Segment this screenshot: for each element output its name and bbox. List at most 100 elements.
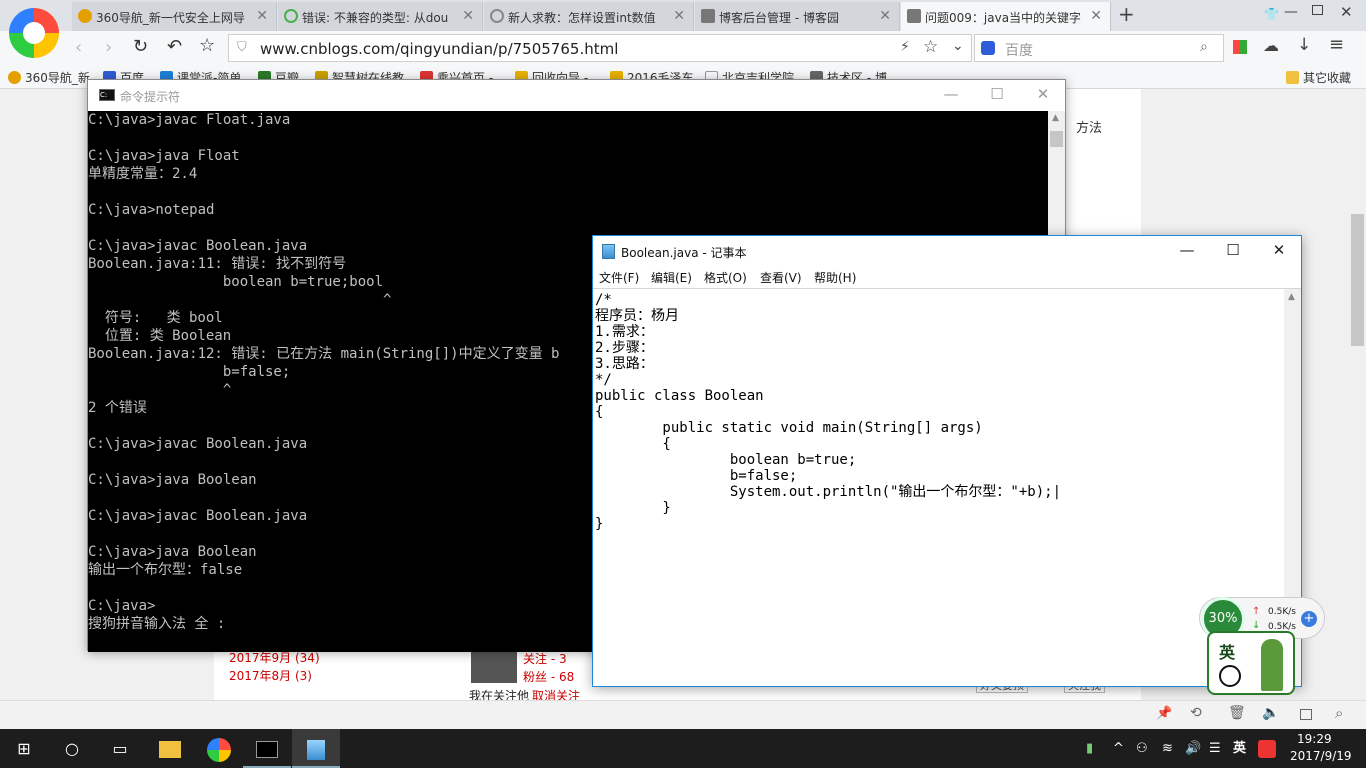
task-view-icon[interactable]: ▭	[96, 729, 144, 768]
trash-icon[interactable]: 🗑	[1228, 705, 1246, 721]
cortana-icon[interactable]: ○	[48, 729, 96, 768]
editor-line: {	[595, 436, 671, 452]
download-icon[interactable]: ↓	[1297, 35, 1311, 55]
tab-favicon-icon	[490, 9, 504, 23]
browser-logo-icon[interactable]	[9, 8, 59, 58]
bookmark-item[interactable]: 360导航_新	[8, 69, 90, 86]
skin-icon[interactable]: 👕	[1264, 7, 1279, 21]
console-line: C:\java>notepad	[88, 202, 215, 218]
restore-button[interactable]	[1312, 5, 1323, 15]
cmd-task-icon[interactable]	[243, 729, 291, 768]
search-input[interactable]: 百度	[1005, 40, 1033, 60]
close-icon[interactable]: ✕	[673, 8, 685, 24]
tab-error-page[interactable]: 错误: 不兼容的类型: 从dou ✕	[278, 2, 483, 31]
ime-indicator[interactable]: 英	[1233, 729, 1246, 768]
tab-360-nav[interactable]: 360导航_新一代安全上网导 ✕	[72, 2, 277, 31]
other-bookmarks[interactable]: 其它收藏	[1286, 69, 1351, 86]
minimize-button[interactable]: —	[1284, 4, 1298, 20]
forward-icon[interactable]: ›	[105, 37, 112, 58]
lightning-icon[interactable]: ⚡	[900, 39, 910, 55]
maximize-button[interactable]: ☐	[1210, 236, 1256, 266]
new-tab-button[interactable]: +	[1118, 2, 1135, 26]
minimize-button[interactable]: —	[1164, 236, 1210, 266]
close-icon[interactable]: ✕	[256, 8, 268, 24]
apps-icon[interactable]	[1233, 40, 1247, 54]
close-button[interactable]: ✕	[1256, 236, 1302, 266]
search-icon[interactable]: ⌕	[1200, 39, 1208, 55]
side-text: 方法	[1076, 121, 1103, 136]
volume-icon[interactable]: 🔊	[1185, 729, 1201, 768]
close-window-button[interactable]: ✕	[1340, 3, 1353, 21]
page-scrollbar[interactable]	[1349, 89, 1366, 700]
fans-count[interactable]: 粉丝 - 68	[523, 668, 574, 685]
security-shield-icon: ⛉	[237, 40, 247, 55]
notepad-titlebar[interactable]: Boolean.java - 记事本 — ☐ ✕	[593, 236, 1301, 267]
scroll-up-icon[interactable]: ▲	[1052, 113, 1059, 123]
back-icon[interactable]: ‹	[75, 37, 82, 58]
folder-icon	[1286, 71, 1299, 84]
cmd-title: 命令提示符	[120, 90, 181, 104]
search-box[interactable]: 百度 ⌕	[974, 34, 1224, 62]
cmd-titlebar[interactable]: C: 命令提示符 — ☐ ✕	[88, 80, 1065, 111]
minimize-button[interactable]: —	[928, 80, 974, 110]
refresh-icon[interactable]: ↻	[133, 36, 148, 57]
address-bar[interactable]: ⛉ www.cnblogs.com/qingyundian/p/7505765.…	[228, 34, 972, 62]
close-icon[interactable]: ✕	[1090, 8, 1102, 24]
battery-icon[interactable]: ▮	[1086, 729, 1093, 768]
people-icon[interactable]: ⚇	[1136, 729, 1148, 768]
ime-skin-widget[interactable]: 英	[1207, 631, 1295, 695]
close-button[interactable]: ✕	[1020, 80, 1066, 110]
file-explorer-icon[interactable]	[146, 729, 194, 768]
clock-time[interactable]: 19:29	[1297, 732, 1332, 746]
menu-view[interactable]: 查看(V)	[760, 269, 802, 286]
chevron-down-icon[interactable]: ⌄	[952, 38, 964, 54]
tab-favicon-icon	[78, 9, 92, 23]
clock-date[interactable]: 2017/9/19	[1290, 749, 1352, 763]
editor-line: 2.步骤：	[595, 340, 654, 356]
window-icon[interactable]	[1300, 709, 1312, 720]
menu-file[interactable]: 文件(F)	[599, 269, 639, 286]
browser-status-bar: 📌 ⟲ 🗑 🔈 ⌕	[0, 700, 1366, 729]
zoom-icon[interactable]: ⌕	[1335, 704, 1343, 722]
notepad-task-icon[interactable]	[292, 729, 340, 768]
maximize-button[interactable]: ☐	[974, 80, 1020, 110]
close-icon[interactable]: ✕	[879, 8, 891, 24]
browser-360-icon[interactable]	[195, 729, 243, 768]
favorite-star-icon[interactable]: ☆	[199, 35, 215, 56]
baidu-icon[interactable]	[981, 41, 995, 55]
notepad-icon	[602, 244, 615, 259]
restore-icon[interactable]: ⟲	[1190, 705, 1202, 721]
tab-int-question[interactable]: 新人求教：怎样设置int数值 ✕	[484, 2, 694, 31]
tab-question-009[interactable]: 问题009：java当中的关键字 ✕	[901, 2, 1111, 31]
volume-icon[interactable]: 🔈	[1262, 705, 1279, 721]
menu-format[interactable]: 格式(O)	[704, 269, 747, 286]
editor-line: */	[595, 372, 612, 388]
notification-icon[interactable]: ☰	[1209, 729, 1221, 768]
windows-start-icon[interactable]: ⊞	[0, 729, 48, 768]
close-icon[interactable]: ✕	[462, 8, 474, 24]
sogou-icon[interactable]	[1258, 729, 1276, 768]
plus-icon[interactable]: +	[1301, 611, 1317, 627]
cloud-icon[interactable]: ☁	[1263, 36, 1279, 55]
bookmark-star-icon[interactable]: ☆	[923, 37, 938, 57]
editor-line: b=false;	[595, 468, 798, 484]
following-count[interactable]: 关注 - 3	[523, 650, 567, 667]
editor-line: 3.思路：	[595, 356, 654, 372]
scrollbar-thumb[interactable]	[1050, 131, 1063, 147]
menu-edit[interactable]: 编辑(E)	[651, 269, 692, 286]
show-hidden-icons[interactable]: ^	[1113, 729, 1124, 768]
browser-tab-bar: 360导航_新一代安全上网导 ✕ 错误: 不兼容的类型: 从dou ✕ 新人求教…	[0, 0, 1366, 58]
menu-icon[interactable]: ≡	[1329, 34, 1344, 55]
download-arrow-icon: ↓	[1252, 620, 1261, 631]
scrollbar-thumb[interactable]	[1351, 214, 1364, 346]
avatar	[471, 649, 517, 683]
archive-link[interactable]: 2017年8月 (3)	[229, 667, 312, 684]
wifi-icon[interactable]: ≋	[1162, 729, 1173, 768]
scroll-up-icon[interactable]: ▲	[1288, 292, 1295, 302]
undo-icon[interactable]: ↶	[167, 36, 182, 57]
tab-blog-admin[interactable]: 博客后台管理 - 博客园 ✕	[695, 2, 900, 31]
windows-taskbar: ⊞ ○ ▭ ▮ ^ ⚇ ≋ 🔊 ☰ 英 19:29 2017/9/19	[0, 729, 1366, 768]
menu-help[interactable]: 帮助(H)	[814, 269, 856, 286]
pin-icon[interactable]: 📌	[1156, 706, 1172, 721]
notepad-text-area[interactable]: /* 程序员：杨月 1.需求： 2.步骤： 3.思路： */public class Bo…	[593, 288, 1284, 686]
